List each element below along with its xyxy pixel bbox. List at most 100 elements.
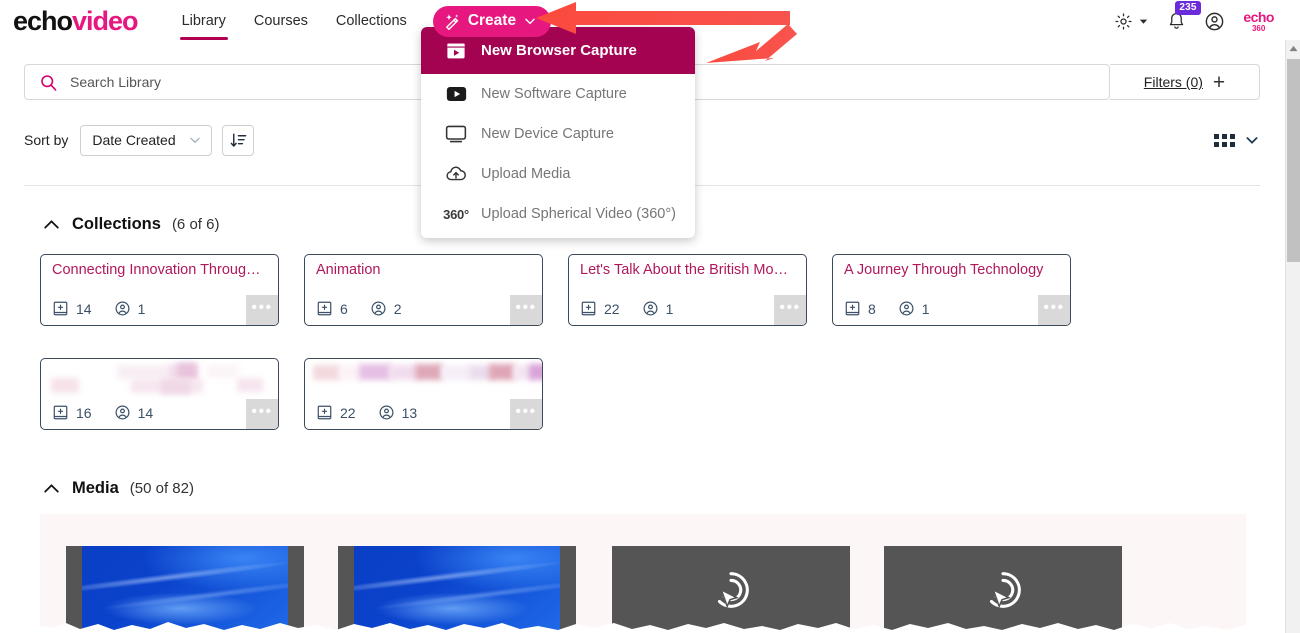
collection-card-meta: 22 13 xyxy=(316,404,417,421)
collection-card-meta: 22 1 xyxy=(580,300,673,317)
nav-tab-courses[interactable]: Courses xyxy=(240,0,322,43)
user-count-value: 1 xyxy=(665,300,674,317)
user-circle-icon xyxy=(1205,12,1224,30)
profile-button[interactable] xyxy=(1204,11,1225,32)
page-scrollbar[interactable] xyxy=(1285,40,1300,633)
media-collection-icon xyxy=(317,301,332,316)
sort-descending-icon xyxy=(230,132,247,147)
echovideo-library-page: echovideo Library Courses Collections Cr… xyxy=(0,0,1300,633)
media-collection-icon xyxy=(845,301,860,316)
user-count: 2 xyxy=(370,300,402,317)
gear-icon xyxy=(1115,12,1132,30)
collection-card[interactable]: Connecting Innovation Throug… 14 1 ••• xyxy=(40,254,279,326)
user-circle-icon xyxy=(115,405,130,420)
clipped-bottom-edge xyxy=(40,622,1246,633)
sort-by-value: Date Created xyxy=(92,132,176,148)
nav-tab-collections[interactable]: Collections xyxy=(322,0,421,43)
media-collection-icon xyxy=(581,301,596,316)
user-circle-icon xyxy=(371,301,386,316)
menu-item-label: New Browser Capture xyxy=(481,42,637,59)
media-count: 6 xyxy=(316,300,348,317)
device-monitor-icon xyxy=(445,125,467,143)
echo360-logo-top: echo xyxy=(1243,8,1274,25)
media-count: 8 xyxy=(844,300,876,317)
redacted-collection-title xyxy=(313,363,542,393)
screen-capture-cursor-icon xyxy=(717,571,749,608)
filters-button[interactable]: Filters (0) + xyxy=(1110,64,1260,100)
media-count: 14 xyxy=(52,300,92,317)
media-count: 22 xyxy=(580,300,620,317)
media-section-header[interactable]: Media (50 of 82) xyxy=(42,479,194,498)
software-capture-icon xyxy=(445,86,467,102)
collection-card-meta: 6 2 xyxy=(316,300,402,317)
collection-card-title[interactable]: Animation xyxy=(316,262,532,278)
screen-capture-cursor-icon xyxy=(989,571,1021,608)
collections-count: (6 of 6) xyxy=(171,216,220,233)
collection-card-more-button[interactable]: ••• xyxy=(1038,295,1070,325)
menu-item-label: Upload Spherical Video (360°) xyxy=(481,206,676,222)
360-icon: 360° xyxy=(443,206,469,222)
sort-by-select[interactable]: Date Created xyxy=(80,124,213,156)
redacted-collection-title xyxy=(49,363,270,394)
view-mode-toggle[interactable] xyxy=(1214,132,1260,148)
media-count: 16 xyxy=(52,404,92,421)
media-count-value: 8 xyxy=(868,300,876,317)
echovideo-logo[interactable]: echovideo xyxy=(13,5,139,36)
media-count-value: 6 xyxy=(340,300,348,317)
media-count-label: (50 of 82) xyxy=(129,480,194,497)
menu-item-new-software-capture[interactable]: New Software Capture xyxy=(421,74,695,114)
user-count: 14 xyxy=(114,404,154,421)
menu-item-upload-spherical-video[interactable]: 360° Upload Spherical Video (360°) xyxy=(421,194,695,234)
menu-item-label: New Software Capture xyxy=(481,86,627,102)
nav-tab-collections-label: Collections xyxy=(335,13,407,29)
notifications-button[interactable]: 235 xyxy=(1167,0,1201,32)
user-count: 1 xyxy=(114,300,146,317)
create-dropdown-menu: New Browser Capture New Software Capture… xyxy=(421,27,695,238)
collection-card[interactable]: 16 14 ••• xyxy=(40,358,279,430)
collection-card-title[interactable]: Connecting Innovation Throug… xyxy=(52,262,268,278)
scrollbar-thumb[interactable] xyxy=(1287,59,1300,262)
logo-video-text: video xyxy=(72,5,139,36)
media-count-value: 16 xyxy=(76,404,92,421)
grid-view-icon xyxy=(1214,133,1235,147)
user-count-value: 14 xyxy=(137,404,154,421)
media-collection-icon xyxy=(53,301,68,316)
nav-tab-library[interactable]: Library xyxy=(168,0,240,43)
echo360-logo-bottom: 360 xyxy=(1251,23,1266,33)
echo360-corner-logo: echo 360 xyxy=(1243,10,1274,33)
menu-item-upload-media[interactable]: Upload Media xyxy=(421,154,695,194)
search-placeholder: Search Library xyxy=(70,74,162,90)
user-count-value: 13 xyxy=(401,404,418,421)
collection-card[interactable]: Animation 6 2 ••• xyxy=(304,254,543,326)
collection-card-more-button[interactable]: ••• xyxy=(246,295,278,325)
user-count-value: 1 xyxy=(921,300,930,317)
collections-section-header[interactable]: Collections (6 of 6) xyxy=(42,215,219,234)
plus-icon[interactable]: + xyxy=(1213,72,1225,93)
collection-card-more-button[interactable]: ••• xyxy=(774,295,806,325)
user-count: 13 xyxy=(378,404,418,421)
menu-item-label: Upload Media xyxy=(481,166,571,182)
notification-count-badge: 235 xyxy=(1175,0,1201,15)
collection-card-meta: 16 14 xyxy=(52,404,153,421)
collection-card[interactable]: Let's Talk About the British Mo… 22 1 ••… xyxy=(568,254,807,326)
media-collection-icon xyxy=(53,405,68,420)
browser-capture-icon xyxy=(445,42,467,60)
collection-card-title[interactable]: A Journey Through Technology xyxy=(844,262,1060,278)
menu-item-new-device-capture[interactable]: New Device Capture xyxy=(421,114,695,154)
create-button[interactable]: Create xyxy=(432,5,552,37)
collection-card-more-button[interactable]: ••• xyxy=(510,399,542,429)
sort-direction-button[interactable] xyxy=(222,124,255,156)
collection-card[interactable]: 22 13 ••• xyxy=(304,358,543,430)
scroll-up-arrow-icon[interactable] xyxy=(1286,40,1300,56)
chevron-up-icon[interactable] xyxy=(42,479,61,498)
collection-card-more-button[interactable]: ••• xyxy=(246,399,278,429)
nav-tab-courses-label: Courses xyxy=(253,13,308,29)
user-count-value: 1 xyxy=(137,300,146,317)
collection-card-title[interactable]: Let's Talk About the British Mo… xyxy=(580,262,796,278)
media-count-value: 22 xyxy=(604,300,620,317)
collection-card[interactable]: A Journey Through Technology 8 1 ••• xyxy=(832,254,1071,326)
chevron-up-icon[interactable] xyxy=(42,215,61,234)
settings-menu-button[interactable] xyxy=(1114,12,1149,31)
collections-title: Collections xyxy=(72,215,161,233)
collection-card-more-button[interactable]: ••• xyxy=(510,295,542,325)
